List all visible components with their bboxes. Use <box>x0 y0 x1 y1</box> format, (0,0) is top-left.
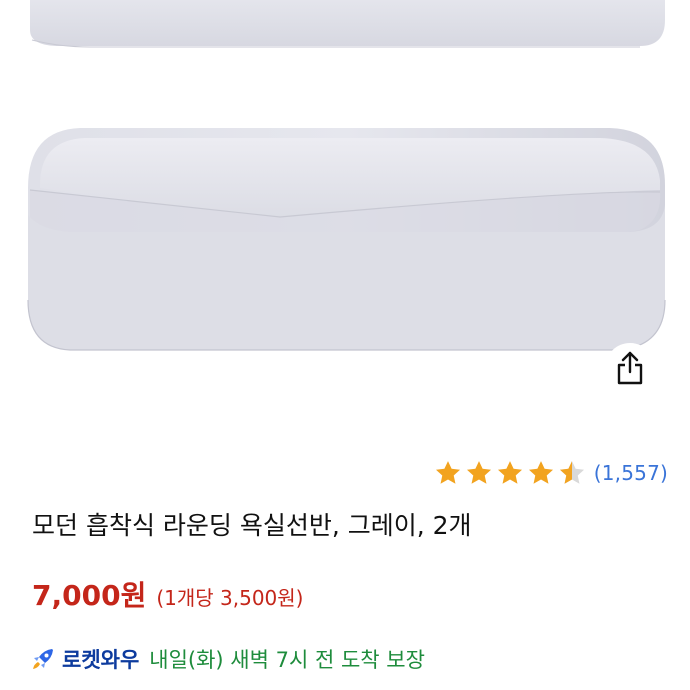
half-star-icon <box>559 461 584 484</box>
unit-price: (1개당 3,500원) <box>156 586 304 610</box>
star-icon <box>435 461 460 484</box>
share-icon <box>617 351 643 385</box>
rocket-wow-badge: 로켓와우 <box>62 648 140 672</box>
star-icon <box>528 461 553 484</box>
delivery-row: 로켓와우 내일(화) 새벽 7시 전 도착 보장 <box>30 644 425 674</box>
top-shelf <box>30 0 665 46</box>
product-image[interactable] <box>0 0 690 400</box>
price-row: 7,000원 (1개당 3,500원) <box>32 574 303 614</box>
share-button[interactable] <box>605 343 655 393</box>
bottom-shelf <box>27 128 666 351</box>
shelf-illustration <box>27 0 666 351</box>
product-title: 모던 흡착식 라운딩 욕실선반, 그레이, 2개 <box>32 511 472 540</box>
review-count[interactable]: (1,557) <box>594 461 668 485</box>
price: 7,000원 <box>32 579 147 612</box>
rocket-icon <box>33 649 53 669</box>
star-rating <box>434 459 586 487</box>
star-icon <box>466 461 491 484</box>
rating-row[interactable]: (1,557) <box>434 456 668 490</box>
delivery-promise: 내일(화) 새벽 7시 전 도착 보장 <box>149 648 425 672</box>
star-icon <box>497 461 522 484</box>
